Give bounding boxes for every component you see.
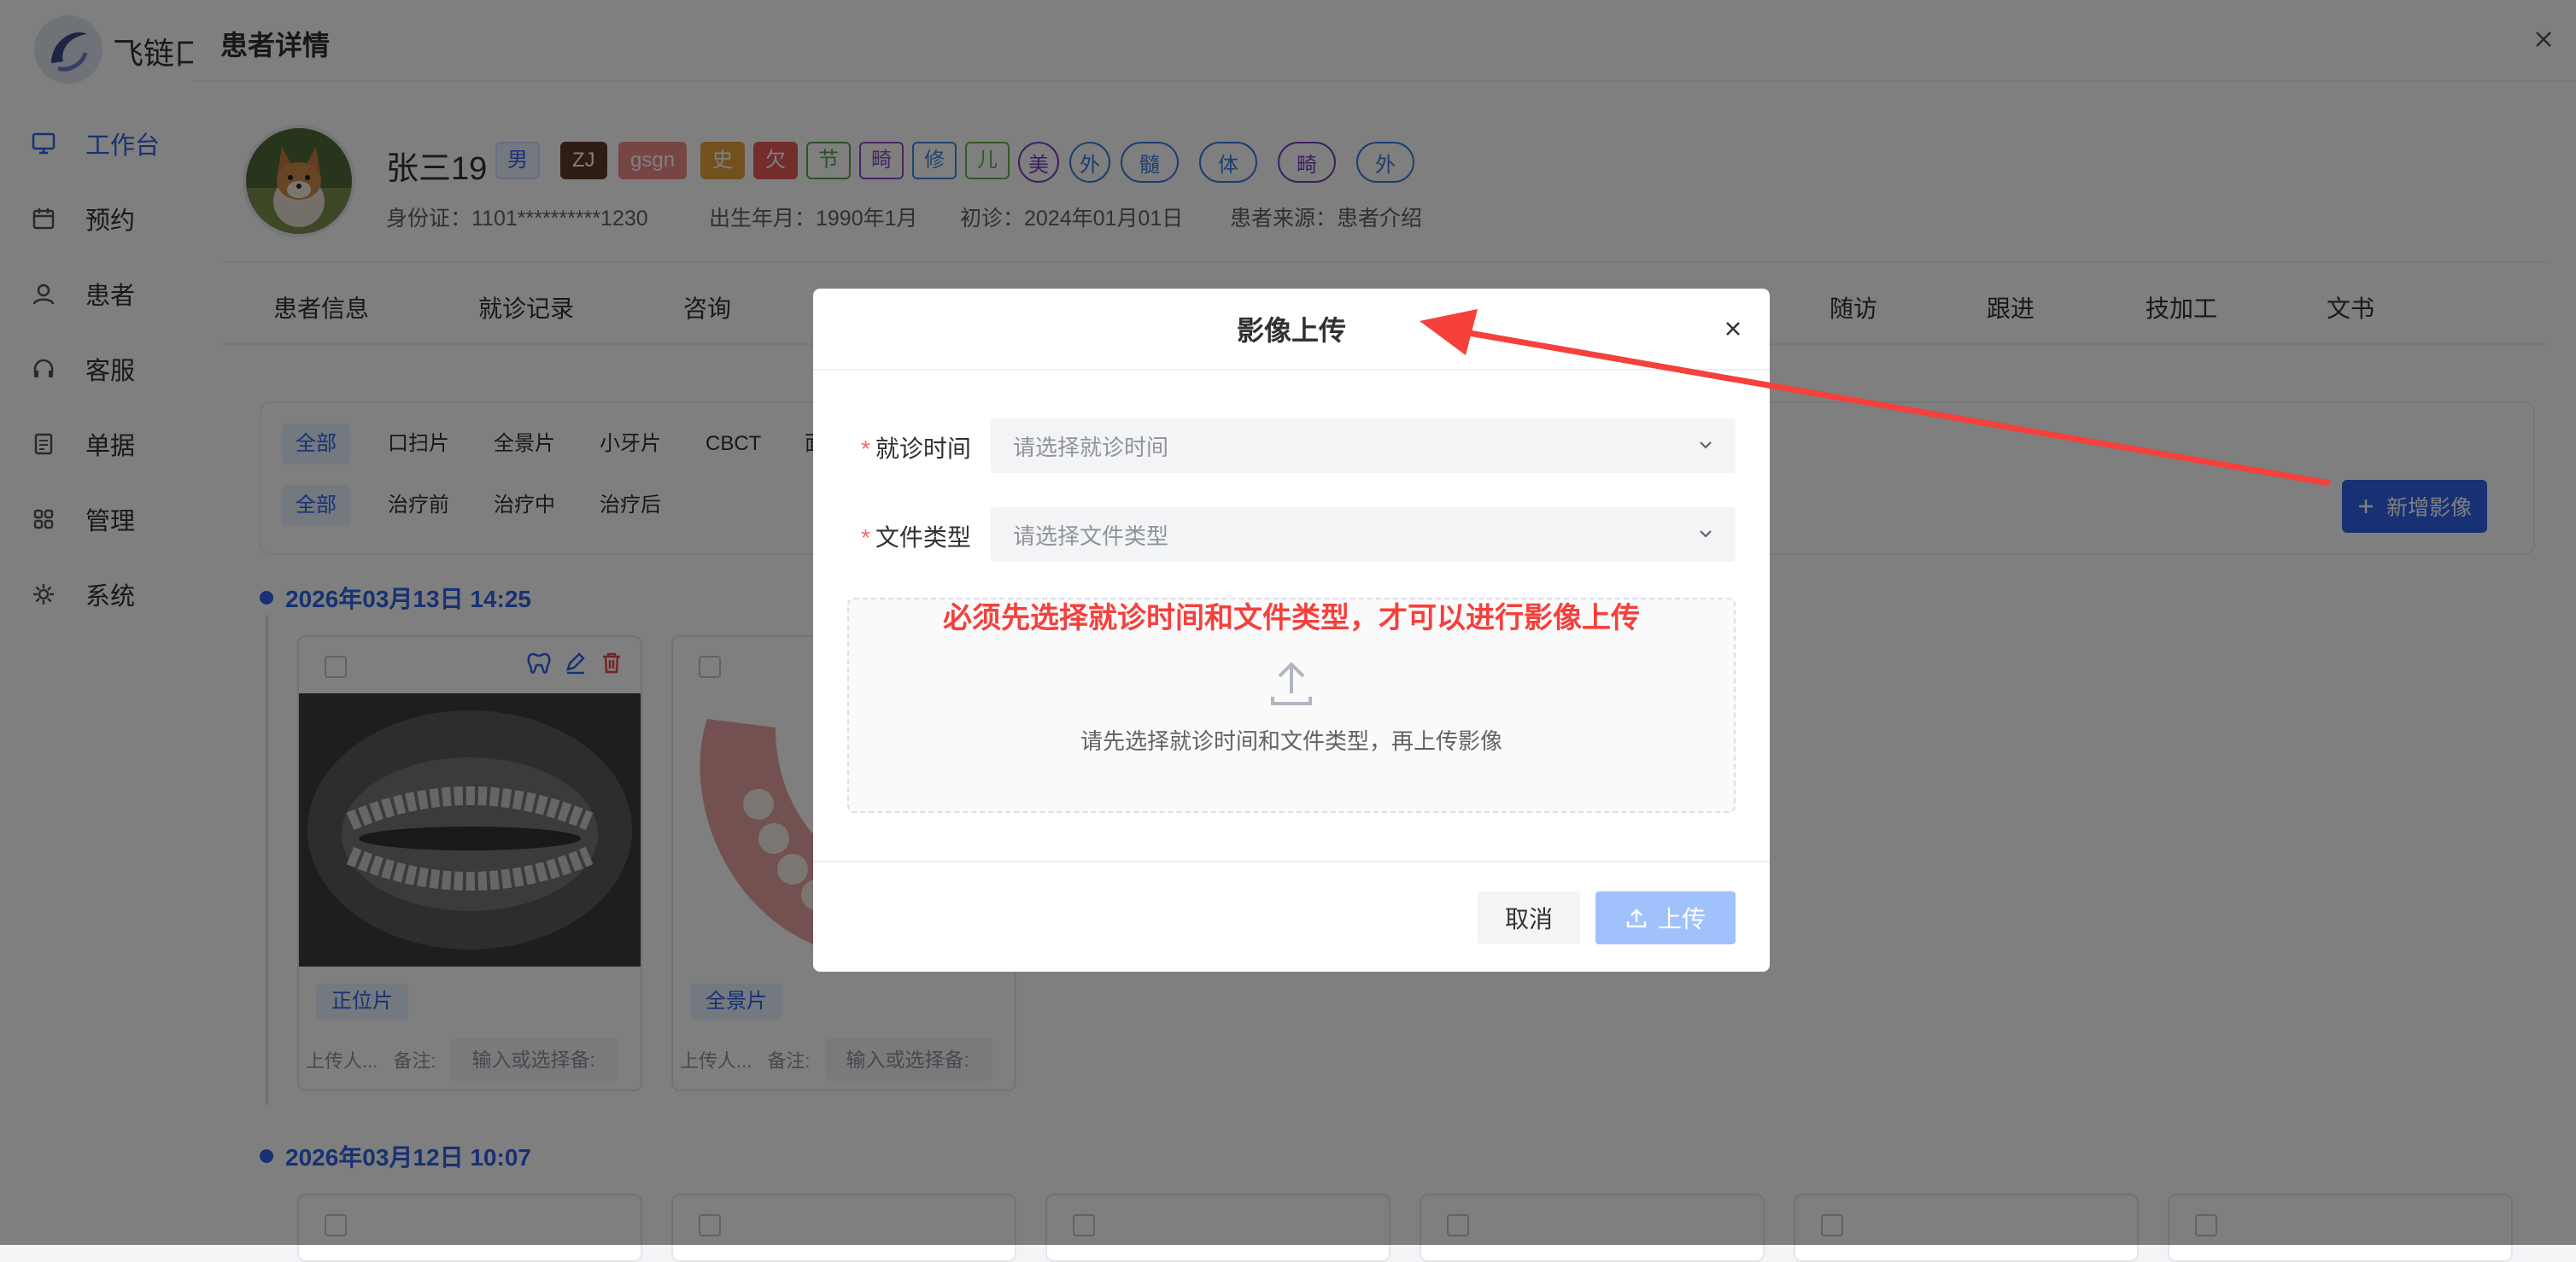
annotation-arrow bbox=[1420, 309, 2331, 487]
